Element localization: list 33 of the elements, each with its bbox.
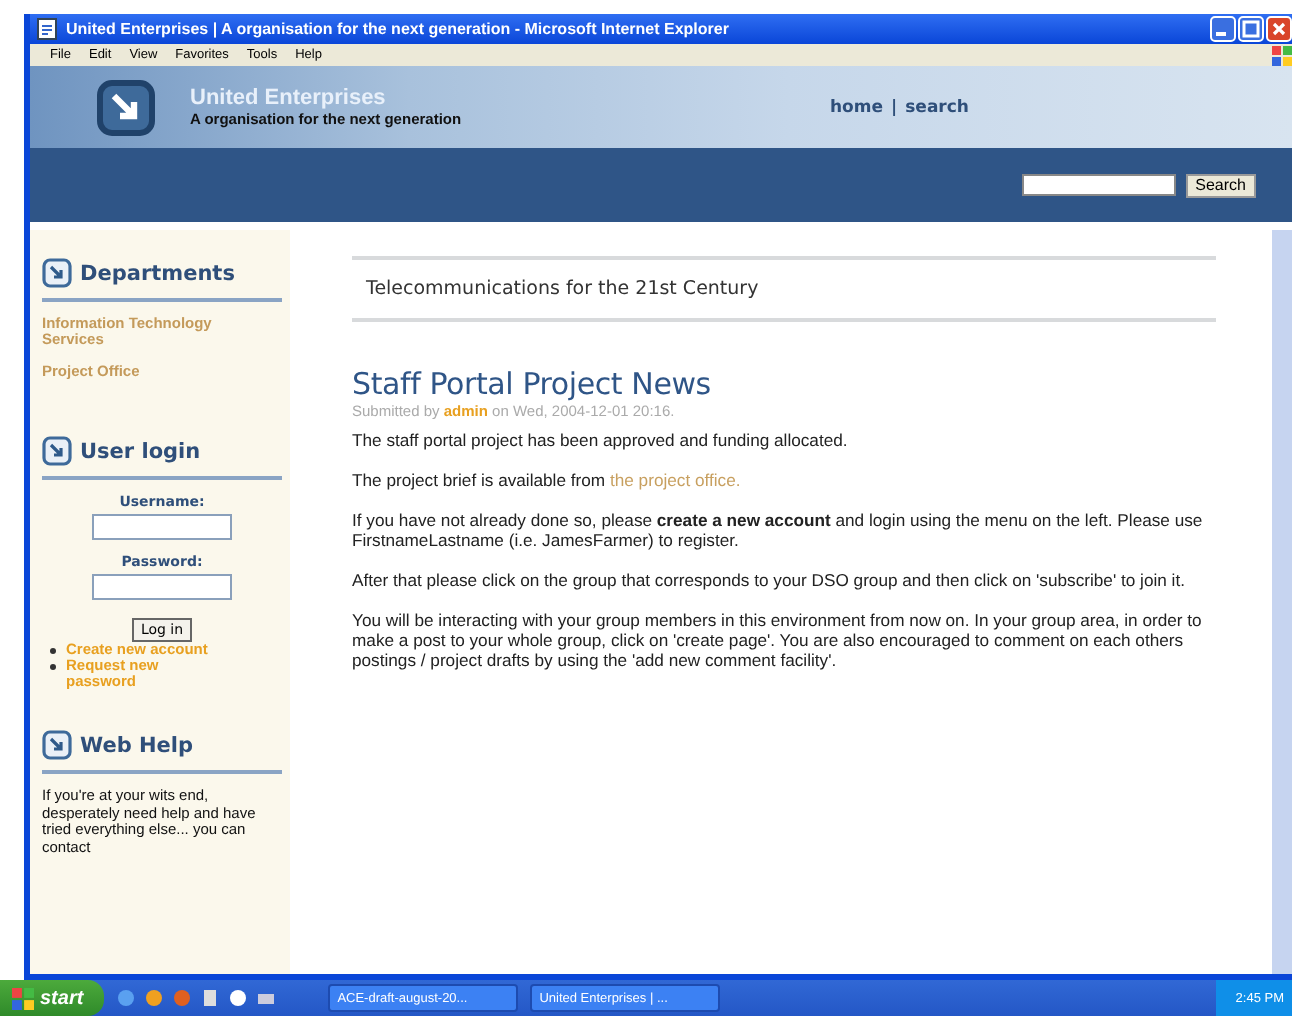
scrollbar[interactable] (1272, 230, 1292, 974)
mission-statement: Telecommunications for the 21st Century (352, 256, 1216, 322)
arrow-box-icon (42, 730, 72, 760)
bullet-icon (50, 664, 56, 670)
paragraph: The staff portal project has been approved and funding allocated. (352, 430, 850, 450)
nav-link[interactable]: home (830, 97, 884, 117)
windows-logo-icon (12, 987, 34, 1009)
search-button[interactable]: Search (1185, 173, 1256, 197)
arrow-box-icon (42, 436, 72, 466)
browser-icon[interactable] (115, 988, 136, 1008)
logo-icon (96, 79, 156, 135)
block-title: Web Help (80, 733, 194, 757)
post-title[interactable]: Staff Portal Project News (352, 366, 1216, 402)
page-icon (36, 18, 58, 40)
close-icon[interactable] (1266, 16, 1292, 42)
username-field[interactable] (92, 514, 232, 540)
paragraph: If you have not already done so, please create a new account and login using the menu on the left. Please use FirstnameLastname (i.e. JamesFarmer) to register. (352, 510, 1205, 550)
start-button[interactable]: start (0, 980, 104, 1016)
paragraph: The project brief is available from the project office. (352, 470, 743, 490)
bullet-icon (50, 648, 56, 654)
paragraph: After that please click on the group that corresponds to your DSO group and then click on 'subscribe' to join it. (352, 570, 1187, 590)
arrow-box-icon (42, 258, 72, 288)
maximize-icon[interactable] (1238, 16, 1264, 42)
paragraph: You will be interacting with your group members in this environment from now on. In your group area, in order to make a post to your whole group, click on 'create page'. You are also encouraged to comment on each others postings / project drafts by using the 'add new comment facility'. (352, 610, 1204, 670)
nav-link[interactable]: search (905, 97, 969, 117)
minimize-icon[interactable] (1210, 16, 1236, 42)
window-title: United Enterprises | A organisation for the next generation - Microsoft Internet Explorer (66, 20, 729, 38)
block-title: Departments (80, 261, 235, 285)
block-title: User login (80, 439, 201, 463)
search-field[interactable] (1021, 174, 1176, 196)
windows-logo-icon (1272, 45, 1292, 65)
password-field[interactable] (92, 574, 232, 600)
separator: | (891, 97, 898, 117)
